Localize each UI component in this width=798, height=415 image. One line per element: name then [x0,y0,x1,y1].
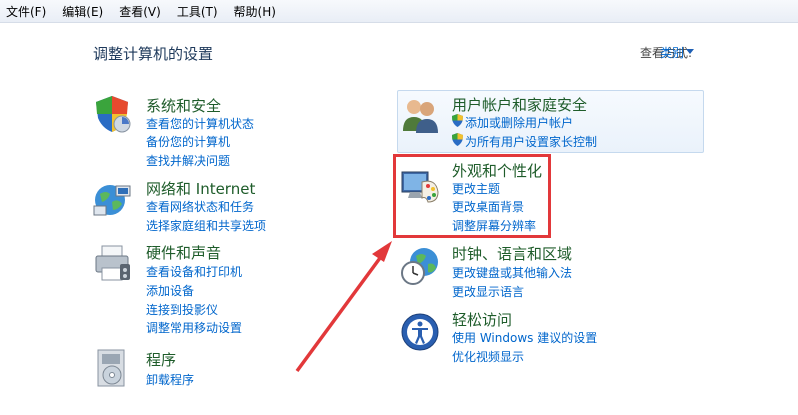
category-title-users[interactable]: 用户帐户和家庭安全 [452,94,587,115]
uac-shield-icon [452,114,463,127]
menu-bar: 文件(F) 编辑(E) 查看(V) 工具(T) 帮助(H) [0,0,798,23]
menu-view[interactable]: 查看(V) [111,3,169,20]
menu-tools[interactable]: 工具(T) [169,3,226,20]
link-uninstall-program[interactable]: 卸载程序 [146,371,194,388]
category-title-programs[interactable]: 程序 [146,349,176,370]
link-parental-controls[interactable]: 为所有用户设置家长控制 [465,133,597,150]
clock-globe-icon[interactable] [400,246,440,286]
category-title-hardware[interactable]: 硬件和声音 [146,242,221,263]
page-title: 调整计算机的设置 [93,45,214,63]
link-backup-computer[interactable]: 备份您的计算机 [146,133,230,150]
category-title-ease[interactable]: 轻松访问 [452,309,512,330]
menu-edit[interactable]: 编辑(E) [54,3,111,20]
category-title-clock[interactable]: 时钟、语言和区域 [452,243,572,264]
category-title-network[interactable]: 网络和 Internet [146,178,255,199]
link-optimize-visual-display[interactable]: 优化视频显示 [452,348,524,365]
annotation-highlight-box [393,154,551,238]
accessibility-icon[interactable] [400,312,440,352]
uac-shield-icon [452,133,463,146]
programs-disc-icon[interactable] [92,348,132,388]
menu-help[interactable]: 帮助(H) [226,3,284,20]
link-change-display-language[interactable]: 更改显示语言 [452,283,524,300]
link-devices-printers[interactable]: 查看设备和打印机 [146,263,242,280]
link-view-computer-status[interactable]: 查看您的计算机状态 [146,115,254,132]
link-network-status[interactable]: 查看网络状态和任务 [146,198,254,215]
link-add-device[interactable]: 添加设备 [146,282,194,299]
link-change-keyboard[interactable]: 更改键盘或其他输入法 [452,264,572,281]
link-connect-projector[interactable]: 连接到投影仪 [146,301,218,318]
menu-file[interactable]: 文件(F) [0,3,54,20]
view-by-dropdown[interactable]: 类别 [660,44,684,61]
printer-icon[interactable] [92,244,132,284]
category-title-system[interactable]: 系统和安全 [146,95,221,116]
chevron-down-icon[interactable] [686,49,694,54]
link-find-fix-problems[interactable]: 查找并解决问题 [146,152,230,169]
link-add-remove-accounts[interactable]: 添加或删除用户帐户 [465,114,573,131]
shield-icon[interactable] [92,94,132,134]
network-globe-icon[interactable] [92,180,132,220]
link-mobility-settings[interactable]: 调整常用移动设置 [146,319,242,336]
link-homegroup-sharing[interactable]: 选择家庭组和共享选项 [146,217,266,234]
users-icon[interactable] [400,95,440,135]
link-windows-recommended-settings[interactable]: 使用 Windows 建议的设置 [452,329,597,346]
